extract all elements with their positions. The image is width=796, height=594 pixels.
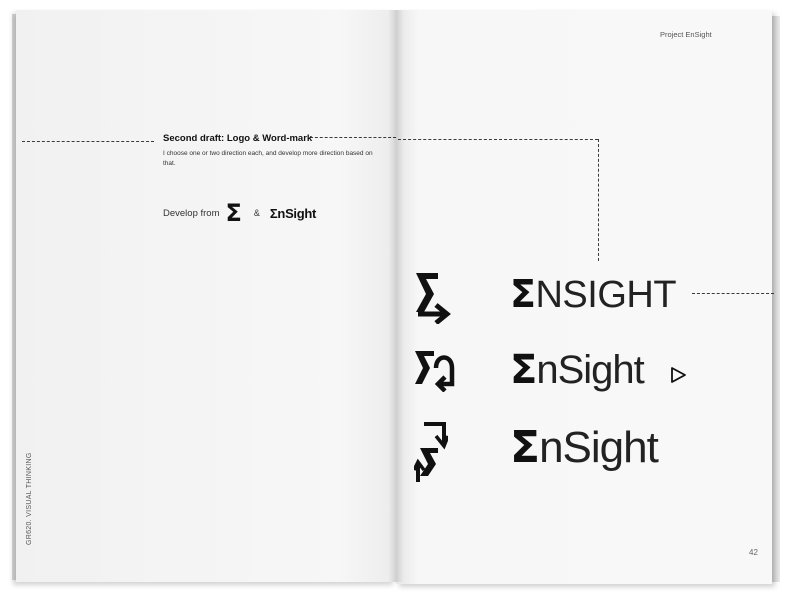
mini-wordmark: ΣnSight [269, 205, 317, 221]
play-triangle-icon [671, 367, 686, 383]
dashed-line-center [310, 137, 396, 138]
wordmark-text: nSight [539, 423, 659, 472]
right-page-edge [772, 16, 780, 582]
wordmark-uppercase: ΣNSIGHT [510, 272, 677, 316]
section-heading: Second draft: Logo & Word-mark [163, 133, 313, 144]
develop-label: Develop from [163, 207, 220, 219]
develop-row: Develop from Σ & ΣnSight [163, 200, 316, 226]
sigma-logo-small: Σ [225, 199, 242, 227]
dashed-line-left [22, 141, 154, 142]
wordmark-text: nSight [536, 348, 644, 392]
left-page [16, 10, 396, 582]
dashed-line-wordmark [692, 293, 774, 294]
wordmark-text: NSIGHT [535, 274, 677, 316]
wordmark-sigma: Σ [510, 347, 537, 393]
page-number: 42 [749, 548, 758, 557]
wordmark-sigma: Σ [510, 272, 536, 316]
wordmark-final: ΣnSight [510, 423, 659, 472]
book-spread: Second draft: Logo & Word-mark I choose … [0, 0, 796, 594]
sigma-cycle-arrow-icon [414, 422, 448, 482]
wordmark-sigma: Σ [510, 422, 540, 473]
sigma-loop-arrow-icon [415, 351, 455, 392]
project-header: Project EnSight [660, 30, 712, 39]
book-gutter [388, 10, 404, 582]
ampersand: & [253, 208, 260, 218]
section-description: I choose one or two direction each, and … [163, 150, 373, 167]
dashed-line-right [398, 139, 598, 140]
spine-text: GR620. VISUAL THINKING [26, 452, 33, 545]
dashed-line-down [598, 139, 599, 261]
wordmark-with-play: ΣnSight [510, 347, 645, 393]
sigma-arrow-icon [416, 273, 451, 324]
